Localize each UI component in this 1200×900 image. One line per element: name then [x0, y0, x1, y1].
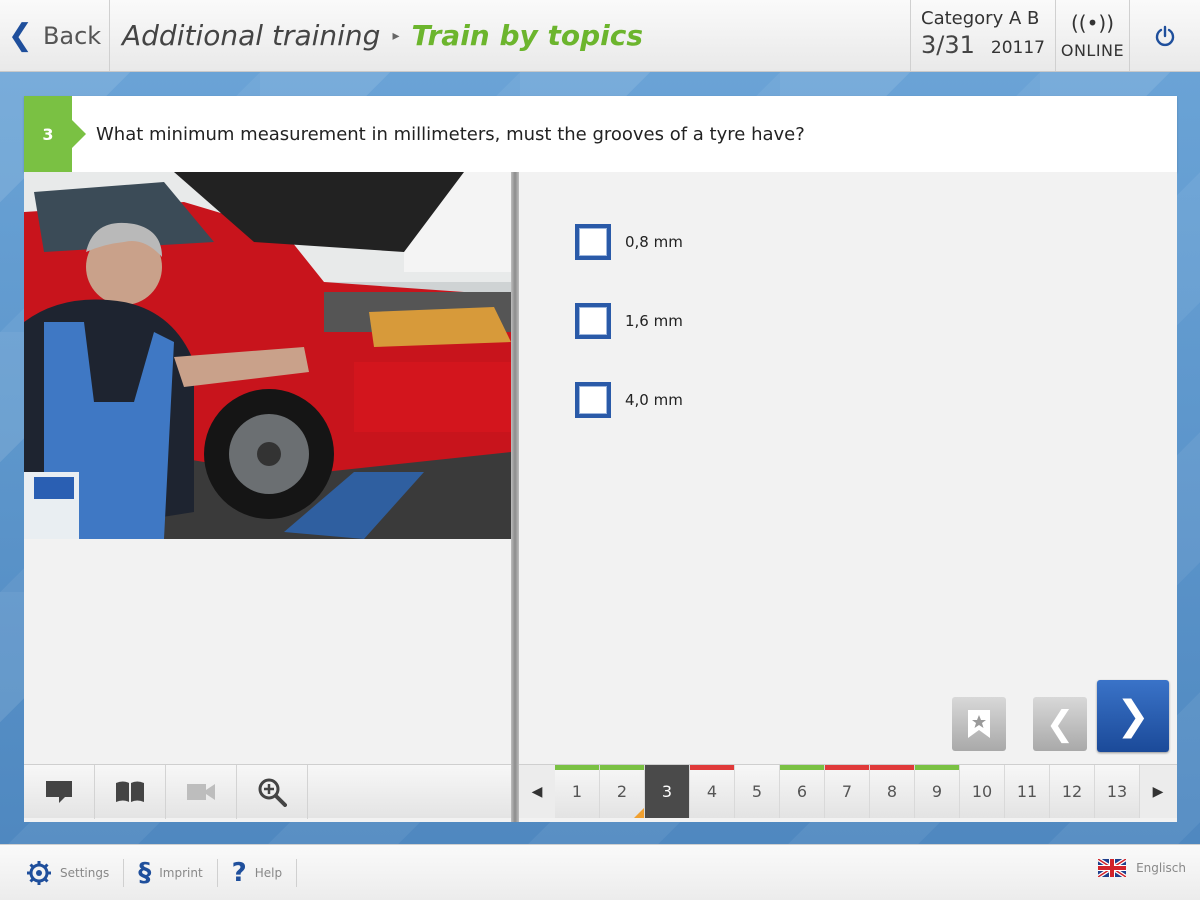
language-selector[interactable]: Englisch	[1098, 859, 1186, 877]
pager-item[interactable]: 7	[825, 765, 870, 818]
back-button[interactable]: ❮ Back	[0, 0, 110, 71]
bookmark-star-icon	[968, 710, 990, 738]
comment-icon	[46, 781, 72, 803]
pager-item[interactable]: 6	[780, 765, 825, 818]
pager-prev-arrow-icon[interactable]: ◀	[519, 765, 555, 818]
footer: Settings § Imprint ? Help Englisch	[0, 844, 1200, 900]
help-link[interactable]: ? Help	[218, 857, 298, 888]
pager-item[interactable]: 10	[960, 765, 1005, 818]
power-button[interactable]	[1129, 0, 1200, 71]
pager-item[interactable]: 5	[735, 765, 780, 818]
chevron-right-icon: ❯	[1116, 693, 1150, 739]
answer-checkbox[interactable]	[575, 303, 611, 339]
pager-item[interactable]: 1	[555, 765, 600, 818]
question-pager: ◀ 1 2 3 4 5 6 7 8 9 10 11 12 13 ▶	[519, 764, 1177, 818]
answer-option-3[interactable]: 4,0 mm	[575, 382, 683, 418]
chevron-left-icon: ❮	[7, 17, 33, 53]
zoom-button[interactable]	[237, 765, 308, 819]
video-icon	[187, 784, 215, 800]
pager-item-current[interactable]: 3	[645, 765, 690, 818]
book-button[interactable]	[95, 765, 166, 819]
question-mark-icon: ?	[231, 857, 247, 888]
answer-option-1[interactable]: 0,8 mm	[575, 224, 683, 260]
breadcrumb: Additional training ▸ Train by topics	[110, 0, 910, 71]
back-label: Back	[42, 21, 102, 50]
top-bar: ❮ Back Additional training ▸ Train by to…	[0, 0, 1200, 72]
pager-item[interactable]: 2	[600, 765, 645, 818]
gear-icon	[27, 860, 51, 885]
question-photo[interactable]	[24, 172, 511, 539]
broadcast-icon: ((•))	[1070, 11, 1114, 35]
bookmark-button[interactable]	[952, 697, 1006, 751]
pager-item[interactable]: 4	[690, 765, 735, 818]
question-code: 20117	[990, 38, 1045, 58]
answer-label: 4,0 mm	[625, 391, 683, 409]
settings-label: Settings	[60, 865, 110, 880]
category-label: Category A B	[921, 8, 1040, 29]
language-label: Englisch	[1136, 861, 1186, 875]
pager-item[interactable]: 9	[915, 765, 960, 818]
answer-label: 1,6 mm	[625, 312, 683, 330]
question-header: 3 What minimum measurement in millimeter…	[24, 96, 1177, 172]
answer-panel: 0,8 mm 1,6 mm 4,0 mm ❮ ❯ ◀ 1 2 3 4 5 6 7…	[519, 172, 1177, 822]
media-toolbar	[24, 764, 511, 819]
pager-next-arrow-icon[interactable]: ▶	[1140, 765, 1176, 818]
question-text: What minimum measurement in millimeters,…	[96, 123, 805, 145]
status-label: ONLINE	[1060, 41, 1125, 60]
pager-item[interactable]: 11	[1005, 765, 1050, 818]
next-question-button[interactable]: ❯	[1097, 680, 1169, 752]
zoom-icon	[258, 778, 287, 807]
imprint-link[interactable]: § Imprint	[124, 857, 218, 888]
breadcrumb-separator-icon: ▸	[392, 27, 400, 44]
help-label: Help	[254, 865, 283, 880]
power-icon	[1155, 25, 1175, 46]
pager-item[interactable]: 13	[1095, 765, 1140, 818]
answer-option-2[interactable]: 1,6 mm	[575, 303, 683, 339]
imprint-label: Imprint	[159, 865, 203, 880]
answer-checkbox[interactable]	[575, 224, 611, 260]
comment-button[interactable]	[24, 765, 95, 819]
previous-question-button[interactable]: ❮	[1033, 697, 1087, 751]
panel-divider[interactable]	[511, 172, 519, 822]
pager-item[interactable]: 8	[870, 765, 915, 818]
answer-checkbox[interactable]	[575, 382, 611, 418]
question-number-badge: 3	[24, 96, 86, 172]
video-button[interactable]	[166, 765, 237, 819]
settings-link[interactable]: Settings	[12, 858, 125, 887]
category-info: Category A B 3/31 20117	[910, 0, 1055, 71]
breadcrumb-parent[interactable]: Additional training	[122, 19, 380, 52]
question-progress: 3/31	[921, 31, 975, 59]
uk-flag-icon	[1098, 859, 1127, 877]
chevron-left-icon: ❮	[1045, 704, 1075, 744]
note-marker-icon	[634, 808, 644, 818]
book-icon	[116, 781, 144, 802]
breadcrumb-current: Train by topics	[411, 19, 644, 52]
answer-label: 0,8 mm	[625, 233, 683, 251]
connection-status: ((•)) ONLINE	[1055, 0, 1129, 71]
media-panel	[24, 172, 511, 822]
pager-item[interactable]: 12	[1050, 765, 1095, 818]
section-sign-icon: §	[138, 857, 152, 888]
